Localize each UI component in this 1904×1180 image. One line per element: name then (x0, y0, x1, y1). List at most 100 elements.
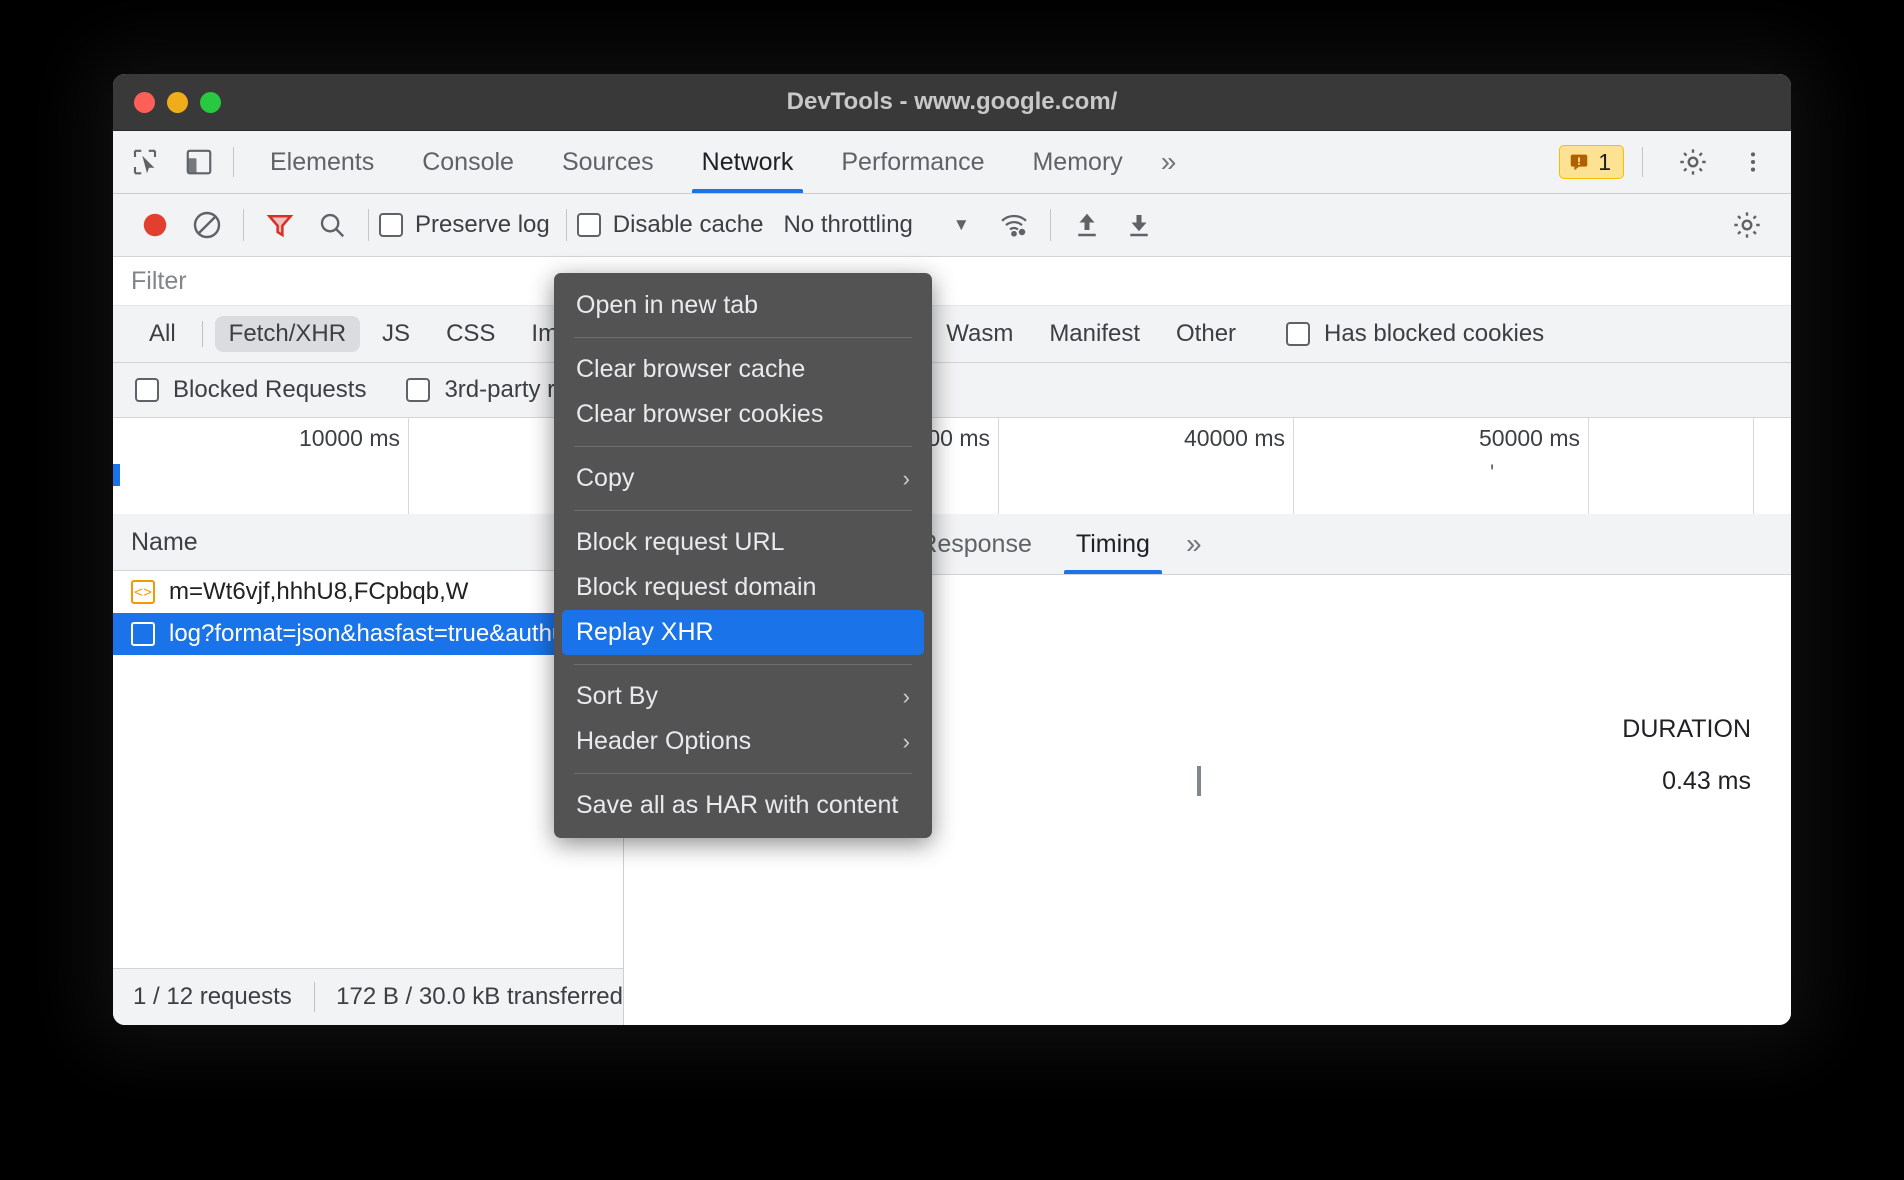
timing-row-duration: 0.43 ms (1571, 767, 1751, 796)
preserve-log-control[interactable]: Preserve log (379, 211, 550, 239)
throttling-value: No throttling (783, 211, 912, 239)
inspect-element-icon[interactable] (123, 140, 167, 184)
type-chip-all[interactable]: All (135, 316, 190, 352)
type-chip-js[interactable]: JS (368, 316, 424, 352)
type-chip-css[interactable]: CSS (432, 316, 509, 352)
more-detail-tabs-chevron-icon[interactable]: » (1172, 528, 1216, 560)
chevron-down-icon: ▼ (953, 215, 970, 235)
menu-item-clear-browser-cookies[interactable]: Clear browser cookies (554, 392, 932, 437)
menu-item-block-request-url[interactable]: Block request URL (554, 520, 932, 565)
network-context-menu: Open in new tab Clear browser cache Clea… (554, 273, 932, 838)
request-list-header[interactable]: Name (113, 514, 623, 571)
more-tabs-chevron-icon[interactable]: » (1147, 146, 1191, 178)
warning-count-label: 1 (1598, 149, 1611, 176)
request-name: log?format=json&hasfast=true&authu (169, 620, 565, 648)
tab-performance[interactable]: Performance (817, 131, 1008, 193)
menu-separator (574, 337, 912, 338)
resource-type-filter-row: All Fetch/XHR JS CSS Img Media Font Doc … (113, 306, 1791, 363)
request-options-row: Blocked Requests 3rd-party requests (113, 363, 1791, 418)
settings-gear-icon[interactable] (1671, 140, 1715, 184)
search-icon[interactable] (306, 201, 358, 249)
overview-tick-label: 40000 ms (1184, 425, 1293, 452)
import-har-icon[interactable] (1061, 201, 1113, 249)
menu-item-replay-xhr[interactable]: Replay XHR (562, 610, 924, 655)
menu-item-sort-by[interactable]: Sort By › (554, 674, 932, 719)
overview-tick-label: 50000 ms (1479, 425, 1588, 452)
type-chip-manifest[interactable]: Manifest (1035, 316, 1154, 352)
tab-memory[interactable]: Memory (1008, 131, 1146, 193)
toolbar-divider-2 (368, 209, 369, 241)
type-chip-other[interactable]: Other (1162, 316, 1250, 352)
wifi-settings-icon[interactable] (988, 201, 1040, 249)
network-toolbar-right (1721, 201, 1791, 249)
preserve-log-checkbox[interactable] (379, 213, 403, 237)
transferred-label: 172 B / 30.0 kB transferred (336, 983, 623, 1011)
menu-separator (574, 510, 912, 511)
filter-input-row[interactable]: Filter (113, 257, 1791, 306)
blocked-requests-checkbox[interactable] (135, 378, 159, 402)
table-row[interactable]: <> m=Wt6vjf,hhhU8,FCpbqb,W (113, 571, 623, 613)
disable-cache-checkbox[interactable] (577, 213, 601, 237)
tabbar-right-group: 1 (1559, 140, 1791, 184)
more-options-vertical-icon[interactable] (1731, 140, 1775, 184)
has-blocked-cookies-label: Has blocked cookies (1324, 320, 1544, 348)
toolbar-divider-3 (566, 209, 567, 241)
tab-network[interactable]: Network (678, 131, 818, 193)
blocked-requests-label: Blocked Requests (173, 376, 366, 404)
devtools-window: DevTools - www.google.com/ Elements Cons… (113, 74, 1791, 1025)
request-rows: <> m=Wt6vjf,hhhU8,FCpbqb,W log?format=js… (113, 571, 623, 968)
request-name: m=Wt6vjf,hhhU8,FCpbqb,W (169, 578, 468, 606)
network-split-panes: Name <> m=Wt6vjf,hhhU8,FCpbqb,W log?form… (113, 514, 1791, 1025)
type-chip-fetch-xhr[interactable]: Fetch/XHR (215, 316, 360, 352)
overview-tick-label: 10000 ms (299, 425, 408, 452)
disable-cache-control[interactable]: Disable cache (577, 211, 764, 239)
blocked-requests-control[interactable]: Blocked Requests (135, 376, 366, 404)
disable-cache-label: Disable cache (613, 211, 764, 239)
network-settings-gear-icon[interactable] (1721, 201, 1773, 249)
menu-item-block-request-domain[interactable]: Block request domain (554, 565, 932, 610)
toolbar-divider-4 (1050, 209, 1051, 241)
third-party-requests-checkbox[interactable] (406, 378, 430, 402)
menu-item-open-in-new-tab[interactable]: Open in new tab (554, 283, 932, 328)
devtools-panel-tabbar: Elements Console Sources Network Perform… (113, 131, 1791, 194)
table-row[interactable]: log?format=json&hasfast=true&authu (113, 613, 623, 655)
script-document-icon: <> (131, 580, 155, 604)
has-blocked-cookies-control[interactable]: Has blocked cookies (1286, 320, 1544, 348)
menu-item-header-options[interactable]: Header Options › (554, 719, 932, 764)
tab-console[interactable]: Console (398, 131, 538, 193)
filter-input[interactable]: Filter (131, 267, 187, 296)
menu-item-sort-by-label: Sort By (576, 682, 658, 711)
filter-icon[interactable] (254, 201, 306, 249)
tab-sources[interactable]: Sources (538, 131, 678, 193)
chevron-right-icon: › (903, 729, 910, 755)
overview-marker: ' (1490, 460, 1494, 486)
duration-column-header: DURATION (1622, 715, 1751, 744)
tab-timing[interactable]: Timing (1054, 514, 1172, 574)
menu-item-header-options-label: Header Options (576, 727, 751, 756)
chevron-right-icon: › (903, 684, 910, 710)
device-toolbar-icon[interactable] (177, 140, 221, 184)
menu-separator (574, 773, 912, 774)
network-toolbar: Preserve log Disable cache No throttling… (113, 194, 1791, 257)
clear-requests-icon[interactable] (181, 201, 233, 249)
export-har-icon[interactable] (1113, 201, 1165, 249)
type-chip-wasm[interactable]: Wasm (932, 316, 1027, 352)
requests-count-label: 1 / 12 requests (133, 983, 292, 1011)
tab-elements[interactable]: Elements (246, 131, 398, 193)
tabbar-right-divider (1642, 147, 1643, 177)
column-header-name: Name (131, 528, 198, 557)
menu-item-save-all-as-har[interactable]: Save all as HAR with content (554, 783, 932, 828)
preserve-log-label: Preserve log (415, 211, 550, 239)
menu-item-clear-browser-cache[interactable]: Clear browser cache (554, 347, 932, 392)
window-titlebar: DevTools - www.google.com/ (113, 74, 1791, 131)
tabbar-divider (233, 147, 234, 177)
menu-item-copy[interactable]: Copy › (554, 456, 932, 501)
menu-item-copy-label: Copy (576, 464, 634, 493)
timing-bar (1197, 766, 1201, 796)
network-status-bar: 1 / 12 requests 172 B / 30.0 kB transfer… (113, 968, 623, 1025)
warning-count-badge[interactable]: 1 (1559, 145, 1624, 179)
throttling-dropdown[interactable]: No throttling ▼ (783, 211, 969, 239)
has-blocked-cookies-checkbox[interactable] (1286, 322, 1310, 346)
record-button[interactable] (129, 201, 181, 249)
request-list-pane: Name <> m=Wt6vjf,hhhU8,FCpbqb,W log?form… (113, 514, 624, 1025)
